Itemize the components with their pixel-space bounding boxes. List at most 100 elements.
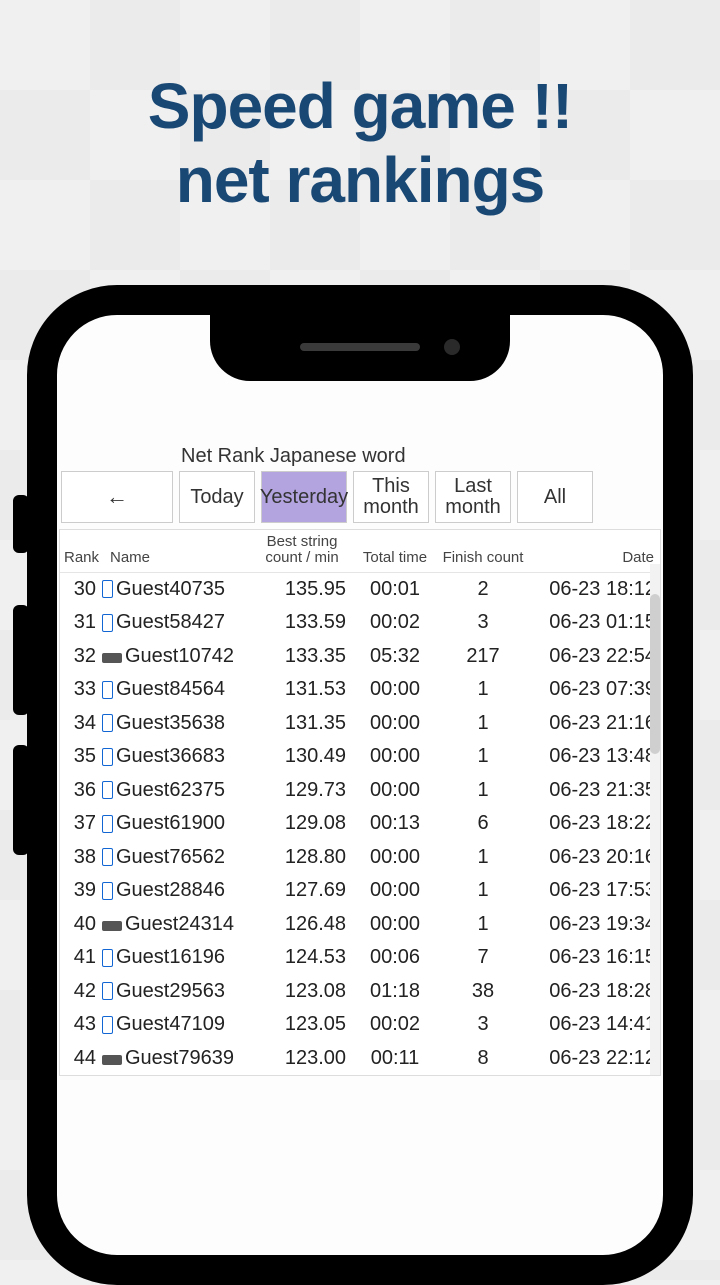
cell-name: Guest35638 <box>102 712 252 735</box>
cell-date: 06-23 01:15 <box>528 611 658 634</box>
phone-icon <box>102 714 113 732</box>
cell-finish: 1 <box>438 745 528 768</box>
back-button[interactable]: ← <box>61 471 173 523</box>
player-name: Guest84564 <box>116 678 225 701</box>
table-row[interactable]: 33Guest84564131.5300:00106-23 07:39 <box>60 673 660 707</box>
phone-side-button <box>13 745 29 855</box>
cell-date: 06-23 16:15 <box>528 946 658 969</box>
phone-icon <box>102 748 113 766</box>
cell-finish: 1 <box>438 879 528 902</box>
table-row[interactable]: 43Guest47109123.0500:02306-23 14:41 <box>60 1008 660 1042</box>
table-row[interactable]: 37Guest61900129.0800:13606-23 18:22 <box>60 807 660 841</box>
tab-label: All <box>544 487 566 508</box>
cell-score: 129.08 <box>252 812 352 835</box>
phone-icon <box>102 614 113 632</box>
col-rank: Rank <box>60 550 102 566</box>
player-name: Guest47109 <box>116 1013 225 1036</box>
tab-label: Yesterday <box>260 487 348 508</box>
tab-this-month[interactable]: This month <box>353 471 429 523</box>
tab-all[interactable]: All <box>517 471 593 523</box>
table-row[interactable]: 39Guest28846127.6900:00106-23 17:53 <box>60 874 660 908</box>
player-name: Guest58427 <box>116 611 225 634</box>
phone-frame: Net Rank Japanese word ← Today Yesterday… <box>27 285 693 1285</box>
cell-finish: 1 <box>438 846 528 869</box>
table-row[interactable]: 40Guest24314126.4800:00106-23 19:34 <box>60 908 660 942</box>
cell-finish: 217 <box>438 645 528 668</box>
cell-name: Guest84564 <box>102 678 252 701</box>
table-row[interactable]: 31Guest58427133.5900:02306-23 01:15 <box>60 606 660 640</box>
cell-time: 00:00 <box>352 678 438 701</box>
cell-rank: 41 <box>60 946 102 969</box>
cell-rank: 34 <box>60 712 102 735</box>
cell-score: 133.59 <box>252 611 352 634</box>
cell-date: 06-23 17:53 <box>528 879 658 902</box>
tab-last-month[interactable]: Last month <box>435 471 511 523</box>
cell-rank: 36 <box>60 779 102 802</box>
cell-rank: 40 <box>60 913 102 936</box>
cell-rank: 32 <box>60 645 102 668</box>
tab-label: This month <box>360 476 422 518</box>
cell-name: Guest10742 <box>102 645 252 668</box>
phone-icon <box>102 580 113 598</box>
cell-rank: 37 <box>60 812 102 835</box>
table-row[interactable]: 42Guest29563123.0801:183806-23 18:28 <box>60 975 660 1009</box>
tab-label: Last month <box>442 476 504 518</box>
table-row[interactable]: 32Guest10742133.3505:3221706-23 22:54 <box>60 640 660 674</box>
phone-icon <box>102 781 113 799</box>
cell-time: 00:00 <box>352 846 438 869</box>
table-row[interactable]: 35Guest36683130.4900:00106-23 13:48 <box>60 740 660 774</box>
cell-name: Guest24314 <box>102 913 252 936</box>
cell-name: Guest58427 <box>102 611 252 634</box>
cell-time: 00:02 <box>352 1013 438 1036</box>
player-name: Guest36683 <box>116 745 225 768</box>
cell-score: 123.00 <box>252 1047 352 1070</box>
table-row[interactable]: 30Guest40735135.9500:01206-23 18:12 <box>60 573 660 607</box>
cell-rank: 35 <box>60 745 102 768</box>
cell-time: 00:00 <box>352 745 438 768</box>
headline-line1: Speed game !! <box>0 70 720 144</box>
cell-name: Guest79639 <box>102 1047 252 1070</box>
player-name: Guest24314 <box>125 913 234 936</box>
cell-name: Guest76562 <box>102 846 252 869</box>
player-name: Guest40735 <box>116 578 225 601</box>
page-title: Net Rank Japanese word <box>181 445 663 468</box>
col-finish: Finish count <box>438 550 528 566</box>
phone-icon <box>102 681 113 699</box>
player-name: Guest79639 <box>125 1047 234 1070</box>
cell-score: 128.80 <box>252 846 352 869</box>
cell-time: 00:00 <box>352 779 438 802</box>
cell-finish: 1 <box>438 678 528 701</box>
cell-date: 06-23 22:12 <box>528 1047 658 1070</box>
headline-line2: net rankings <box>0 144 720 218</box>
cell-name: Guest36683 <box>102 745 252 768</box>
cell-rank: 39 <box>60 879 102 902</box>
cell-score: 127.69 <box>252 879 352 902</box>
ranking-table: Rank Name Best string count / min Total … <box>59 529 661 1076</box>
scrollbar-thumb[interactable] <box>650 594 660 754</box>
desktop-icon <box>102 1055 122 1065</box>
tab-bar: ← Today Yesterday This month Last month … <box>57 471 663 529</box>
table-row[interactable]: 38Guest76562128.8000:00106-23 20:16 <box>60 841 660 875</box>
cell-finish: 1 <box>438 779 528 802</box>
table-row[interactable]: 41Guest16196124.5300:06706-23 16:15 <box>60 941 660 975</box>
cell-score: 131.53 <box>252 678 352 701</box>
cell-time: 05:32 <box>352 645 438 668</box>
col-date: Date <box>528 550 658 566</box>
tab-yesterday[interactable]: Yesterday <box>261 471 347 523</box>
table-row[interactable]: 36Guest62375129.7300:00106-23 21:35 <box>60 774 660 808</box>
table-body: 30Guest40735135.9500:01206-23 18:1231Gue… <box>60 573 660 1076</box>
cell-time: 00:01 <box>352 578 438 601</box>
cell-finish: 38 <box>438 980 528 1003</box>
cell-score: 129.73 <box>252 779 352 802</box>
promo-headline: Speed game !! net rankings <box>0 0 720 217</box>
table-row[interactable]: 34Guest35638131.3500:00106-23 21:16 <box>60 707 660 741</box>
player-name: Guest10742 <box>125 645 234 668</box>
tab-label: Today <box>190 487 243 508</box>
cell-date: 06-23 14:41 <box>528 1013 658 1036</box>
tab-today[interactable]: Today <box>179 471 255 523</box>
table-row[interactable]: 44Guest79639123.0000:11806-23 22:12 <box>60 1042 660 1076</box>
cell-rank: 43 <box>60 1013 102 1036</box>
cell-name: Guest47109 <box>102 1013 252 1036</box>
player-name: Guest76562 <box>116 846 225 869</box>
phone-side-button <box>13 605 29 715</box>
